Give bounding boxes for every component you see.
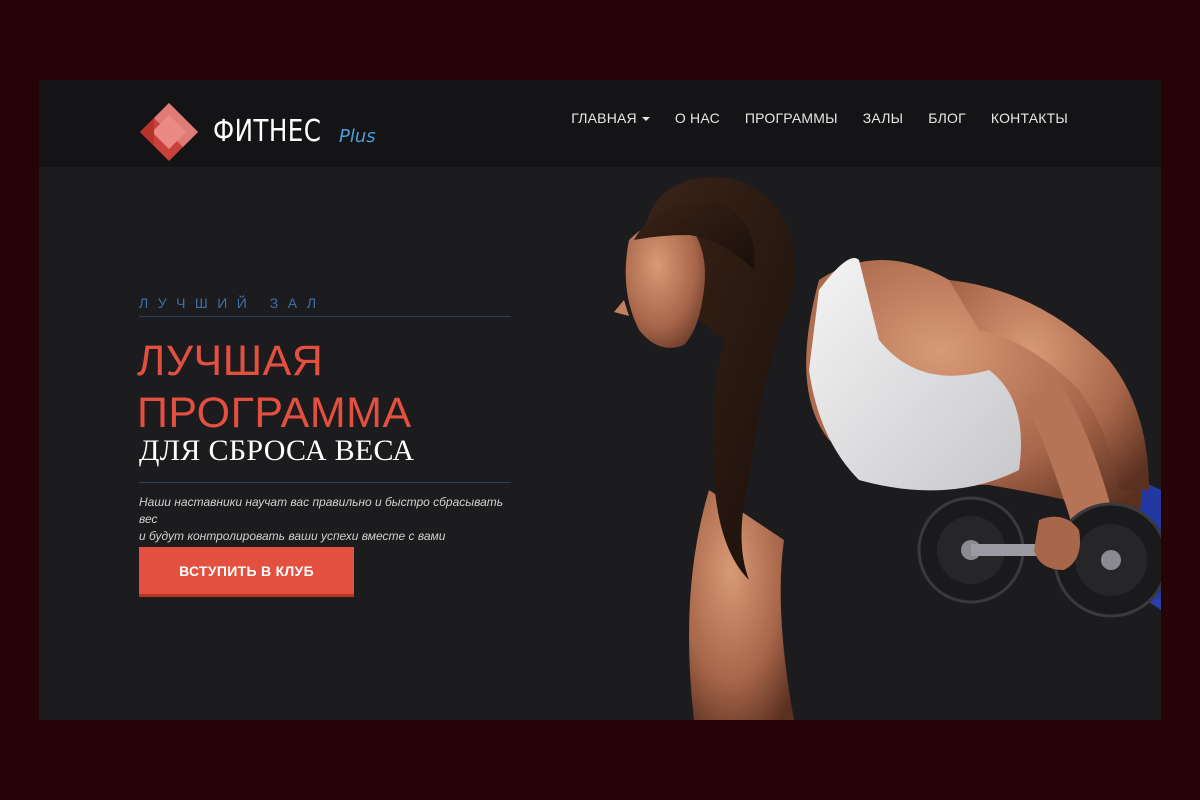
logo[interactable]: ФИТНЕС Plus bbox=[213, 110, 376, 150]
athlete-with-dumbbell-image bbox=[614, 177, 1161, 720]
caret-down-icon bbox=[641, 117, 650, 121]
description-line: и будут контролировать ваши успехи вмест… bbox=[139, 529, 446, 543]
nav-item-label: КОНТАКТЫ bbox=[990, 110, 1068, 126]
logo-suffix: Plus bbox=[339, 126, 376, 147]
nav-item-home[interactable]: ГЛАВНАЯ bbox=[571, 108, 650, 128]
nav-item-label: ГЛАВНАЯ bbox=[571, 110, 637, 126]
nav-item-label: ПРОГРАММЫ bbox=[744, 110, 838, 126]
main-nav: ГЛАВНАЯ О НАС ПРОГРАММЫ ЗАЛЫ БЛОГ КОНТАК… bbox=[571, 108, 1068, 128]
nav-item-label: ЗАЛЫ bbox=[862, 110, 904, 126]
nav-item-label: О НАС bbox=[674, 110, 720, 126]
divider bbox=[139, 482, 511, 483]
hero-headline: ЛУЧШАЯ ПРОГРАММА bbox=[137, 335, 412, 439]
hero-description: Наши наставники научат вас правильно и б… bbox=[139, 494, 519, 545]
divider bbox=[139, 316, 511, 317]
nav-item-programs[interactable]: ПРОГРАММЫ bbox=[745, 108, 838, 128]
nav-item-label: БЛОГ bbox=[928, 110, 966, 126]
hero-subheading: ДЛЯ СБРОСА ВЕСА bbox=[139, 434, 415, 467]
nav-item-contacts[interactable]: КОНТАКТЫ bbox=[991, 108, 1068, 128]
logo-diamond-icon[interactable] bbox=[138, 101, 200, 163]
nav-item-blog[interactable]: БЛОГ bbox=[928, 108, 966, 128]
join-club-button[interactable]: ВСТУПИТЬ В КЛУБ bbox=[139, 547, 354, 597]
headline-line: ЛУЧШАЯ bbox=[137, 337, 324, 385]
nav-item-about[interactable]: О НАС bbox=[675, 108, 720, 128]
landing-page: ФИТНЕС Plus ГЛАВНАЯ О НАС ПРОГРАММЫ ЗАЛЫ… bbox=[39, 80, 1161, 720]
logo-name: ФИТНЕС bbox=[213, 114, 322, 149]
nav-item-gyms[interactable]: ЗАЛЫ bbox=[863, 108, 903, 128]
hero-eyebrow: ЛУЧШИЙ ЗАЛ bbox=[139, 295, 326, 311]
headline-line: ПРОГРАММА bbox=[137, 389, 412, 437]
description-line: Наши наставники научат вас правильно и б… bbox=[139, 495, 504, 526]
